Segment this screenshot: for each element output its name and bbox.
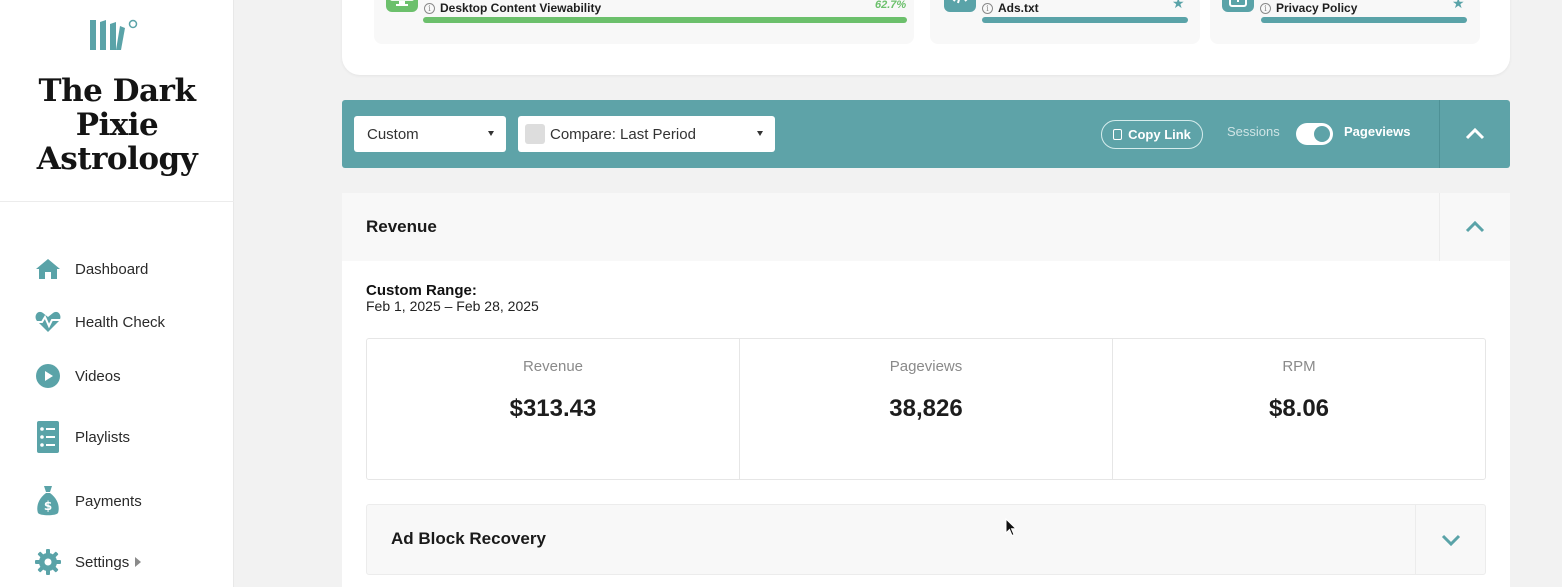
star-icon: ★: [1172, 0, 1185, 11]
custom-range-dates: Feb 1, 2025 – Feb 28, 2025: [366, 298, 539, 314]
heartbeat-icon: [34, 308, 62, 336]
revenue-panel-title: Revenue: [366, 217, 437, 236]
sidebar-item-label: Payments: [75, 492, 142, 510]
health-check-progress: [423, 17, 907, 23]
health-check-tile[interactable]: i Privacy Policy ★: [1210, 0, 1480, 44]
stat-revenue: Revenue $313.43: [367, 339, 740, 479]
health-check-tile[interactable]: i Desktop Content Viewability 62.7%: [374, 0, 914, 44]
stat-label: RPM: [1282, 358, 1316, 375]
sidebar-item-label: Settings: [75, 553, 130, 571]
chevron-up-icon: [1465, 221, 1485, 233]
health-check-card: i Desktop Content Viewability 62.7% i Ads.…: [342, 0, 1510, 75]
sidebar: The Dark Pixie Astrology Dashboard Healt…: [0, 0, 234, 587]
mouse-cursor-icon: [1005, 517, 1019, 538]
info-icon[interactable]: i: [982, 2, 993, 14]
stat-label: Pageviews: [889, 358, 963, 375]
health-check-value: 62.7%: [875, 0, 907, 11]
copy-link-button[interactable]: Copy Link: [1101, 120, 1203, 149]
expand-ad-block-button[interactable]: [1416, 505, 1486, 574]
sidebar-item-label: Videos: [75, 367, 121, 385]
monitor-eye-icon: [386, 0, 418, 12]
stat-value: $313.43: [509, 395, 597, 422]
money-bag-icon: $: [34, 486, 62, 516]
health-check-progress: [982, 17, 1188, 23]
revenue-panel-body: Custom Range: Feb 1, 2025 – Feb 28, 2025…: [342, 261, 1510, 587]
sidebar-item-label: Dashboard: [75, 260, 149, 278]
revenue-stats: Revenue $313.43 Pageviews 38,826 RPM $8.…: [366, 338, 1486, 480]
sidebar-item-videos[interactable]: Videos: [34, 361, 121, 391]
info-icon[interactable]: i: [1260, 2, 1271, 14]
play-circle-icon: [34, 362, 62, 390]
copy-link-label: Copy Link: [1128, 127, 1191, 142]
sidebar-item-playlists[interactable]: Playlists: [34, 421, 131, 453]
health-check-label: i Ads.txt: [982, 1, 1039, 15]
report-toolbar: Custom Compare: Last Period Copy Link Se…: [342, 100, 1510, 168]
health-check-progress: [1261, 17, 1467, 23]
sidebar-item-payments[interactable]: $ Payments: [34, 486, 142, 516]
dropdown-arrow-icon: [488, 131, 494, 136]
stat-label: Revenue: [522, 358, 584, 375]
pageviews-toggle-label[interactable]: Pageviews: [1344, 124, 1411, 139]
compare-select[interactable]: Compare: Last Period: [518, 116, 775, 152]
sidebar-item-health-check[interactable]: Health Check: [34, 307, 165, 337]
star-icon: ★: [1452, 0, 1465, 11]
list-icon: [34, 421, 62, 453]
brand-logo-icon[interactable]: [88, 16, 140, 54]
copy-icon: [1113, 129, 1123, 140]
site-title: The Dark Pixie Astrology: [0, 74, 234, 176]
code-icon: [944, 0, 976, 12]
lock-icon: [1222, 0, 1254, 12]
date-range-select[interactable]: Custom: [354, 116, 506, 152]
collapse-revenue-button[interactable]: [1440, 193, 1510, 261]
health-check-tile[interactable]: i Ads.txt ★: [930, 0, 1200, 44]
custom-range-label: Custom Range:: [366, 282, 477, 299]
ad-block-recovery-title: Ad Block Recovery: [391, 529, 546, 548]
health-check-label: i Privacy Policy: [1260, 1, 1357, 15]
sidebar-item-dashboard[interactable]: Dashboard: [34, 254, 148, 284]
site-title-line-2: Pixie: [75, 107, 159, 143]
compare-select-value: Compare: Last Period: [550, 125, 696, 143]
sidebar-divider: [0, 201, 234, 202]
sidebar-item-settings[interactable]: Settings: [34, 547, 142, 577]
gear-icon: [34, 548, 62, 576]
revenue-panel-header: Revenue: [342, 193, 1510, 261]
toggle-knob: [1314, 126, 1330, 142]
chevron-up-icon: [1465, 128, 1485, 140]
site-title-line-3: Astrology: [36, 141, 198, 177]
caret-right-icon: [135, 557, 142, 567]
info-icon[interactable]: i: [424, 2, 435, 14]
site-title-line-1: The Dark: [38, 73, 196, 109]
home-icon: [34, 255, 62, 283]
stat-value: $8.06: [1268, 395, 1330, 422]
health-check-label: i Desktop Content Viewability: [424, 1, 601, 15]
date-range-select-value: Custom: [367, 125, 419, 143]
sessions-pageviews-toggle[interactable]: [1296, 123, 1333, 145]
stat-value: 38,826: [889, 395, 963, 422]
stat-rpm: RPM $8.06: [1113, 339, 1485, 479]
stat-pageviews: Pageviews 38,826: [740, 339, 1113, 479]
sidebar-item-label: Playlists: [75, 428, 131, 446]
compare-color-swatch: [525, 124, 545, 144]
sessions-toggle-label[interactable]: Sessions: [1227, 124, 1280, 139]
dropdown-arrow-icon: [757, 131, 763, 136]
ad-block-recovery-panel[interactable]: Ad Block Recovery: [366, 504, 1486, 575]
svg-text:$: $: [44, 499, 52, 513]
chevron-down-icon: [1441, 534, 1461, 546]
collapse-toolbar-button[interactable]: [1440, 100, 1510, 168]
sidebar-item-label: Health Check: [75, 313, 166, 331]
